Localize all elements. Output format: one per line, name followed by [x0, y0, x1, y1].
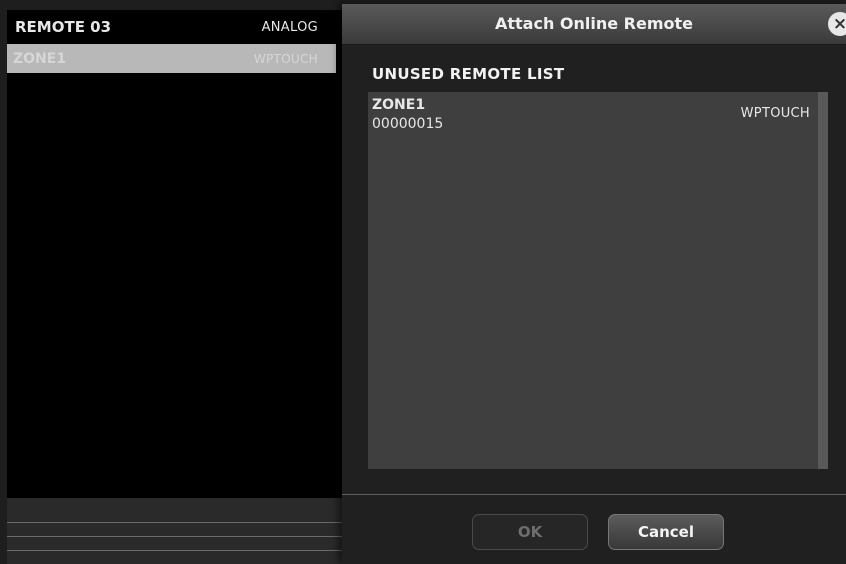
list-item[interactable]: ZONE1 00000015 WPTOUCH [368, 92, 816, 138]
remote-panel-header: REMOTE 03 ANALOG [7, 10, 342, 44]
remote-row-type: WPTOUCH [253, 51, 318, 66]
attach-remote-dialog: Attach Online Remote × UNUSED REMOTE LIS… [342, 4, 846, 564]
unused-remote-list: ZONE1 00000015 WPTOUCH [368, 92, 828, 469]
list-scrollbar[interactable] [818, 92, 828, 469]
remote-panel-footer [7, 498, 342, 564]
remote-type: ANALOG [261, 19, 318, 35]
dialog-title: Attach Online Remote [494, 14, 694, 33]
remote-item-name: ZONE1 [372, 97, 426, 113]
remote-item-id: 00000015 [372, 116, 444, 132]
close-icon[interactable]: × [828, 12, 846, 36]
dialog-footer-divider [342, 494, 846, 495]
dialog-titlebar: Attach Online Remote × [342, 4, 846, 45]
footer-divider [7, 536, 342, 537]
remote-row-name: ZONE1 [13, 50, 67, 67]
footer-divider [7, 522, 342, 523]
remote-item-type: WPTOUCH [740, 106, 810, 121]
remote-panel-row[interactable]: ZONE1 WPTOUCH [7, 44, 336, 73]
footer-divider [7, 550, 342, 551]
ok-button[interactable]: OK [472, 514, 588, 550]
cancel-button[interactable]: Cancel [608, 514, 724, 550]
remote-panel: REMOTE 03 ANALOG [7, 10, 342, 498]
remote-name: REMOTE 03 [15, 18, 112, 36]
unused-remote-list-label: UNUSED REMOTE LIST [372, 65, 565, 83]
